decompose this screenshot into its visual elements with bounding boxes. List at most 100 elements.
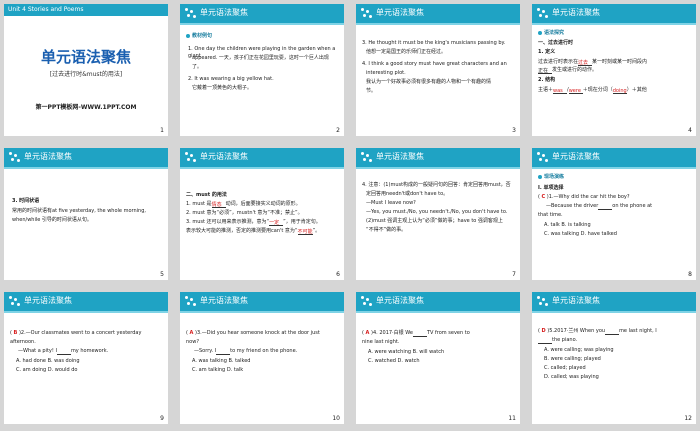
option-line[interactable]: D. called; was playing	[544, 374, 599, 381]
example-line: 他想一定是国王的乐师们正在经过。	[366, 49, 447, 55]
example-line: 2. It was wearing a big yellow hat.	[188, 76, 274, 82]
slide-10[interactable]: 单元语法聚焦 ( A )3.—Did you hear someone knoc…	[180, 292, 344, 424]
option-line[interactable]: A. were calling; was playing	[544, 347, 614, 354]
slide-2[interactable]: 单元语法聚焦 教材例句 1. One day the children were…	[180, 4, 344, 136]
blank-line	[216, 349, 231, 355]
unit-title: Unit 4 Stories and Poems	[8, 6, 84, 13]
answer-blank: doing	[612, 88, 627, 94]
example-line: appeared. 一天，孩子们正在花园里玩耍，这时一个巨人出现	[192, 55, 329, 61]
question-line: ( C )1.—Why did the car hit the boy?	[538, 194, 630, 200]
header-title: 单元语法聚焦	[552, 296, 600, 305]
option-line[interactable]: C. called; played	[544, 365, 586, 372]
slide-6[interactable]: 单元语法聚焦 二、must 的用法 1. must 是情态 动词，后面要接实义动词…	[180, 148, 344, 280]
question-line: ( A )4. 2017·白银 We TV from seven to	[362, 330, 470, 337]
section-heading: Ⅰ. 单项选择	[538, 185, 564, 191]
question-line: nine last night.	[362, 339, 400, 345]
header-title: 单元语法聚焦	[552, 8, 600, 17]
slide-number: 2	[336, 127, 340, 134]
content-line: —Yes, you must./No, you needn't./No, you…	[366, 209, 508, 215]
dots-icon	[185, 296, 197, 307]
dots-icon	[9, 152, 21, 163]
content-line: —Must I leave now?	[366, 200, 416, 206]
option-line[interactable]: B. were calling; played	[544, 356, 601, 363]
blank-line	[412, 331, 427, 337]
slide-number: 6	[336, 271, 340, 278]
slide-3[interactable]: 单元语法聚焦 3. He thought it must be the king…	[356, 4, 520, 136]
answer-blank: 一定	[269, 220, 284, 226]
slide-4[interactable]: 单元语法聚焦 语法探究 一、过去进行时 1. 定义 过去进行时表示在过去 某一时刻…	[532, 4, 696, 136]
slide-5[interactable]: 单元语法聚焦 3. 时间状语 常用的时间状语有at five yesterday…	[4, 148, 168, 280]
slide-9[interactable]: 单元语法聚焦 ( B )2.—Our classmates went to a …	[4, 292, 168, 424]
content-line: when/while 引导的时间状语从句。	[12, 217, 92, 223]
option-line[interactable]: C. watched D. watch	[368, 358, 420, 365]
question-line: —Because the driver on the phone at	[546, 203, 653, 210]
example-line: 节。	[366, 88, 377, 94]
slide-number: 8	[688, 271, 692, 278]
header-title: 单元语法聚焦	[24, 152, 72, 161]
answer-letter: C	[541, 194, 546, 200]
question-line: ( B )2.—Our classmates went to a concert…	[10, 330, 142, 336]
slide-number: 9	[160, 415, 164, 422]
content-line: 1. must 是情态 动词，后面要接实义动词的原形。	[186, 201, 301, 208]
slide-1[interactable]: Unit 4 Stories and Poems 单元语法聚焦 [过去进行时&m…	[4, 4, 168, 136]
header-title: 单元语法聚焦	[376, 296, 424, 305]
option-line[interactable]: A. talk B. is talking	[544, 222, 591, 229]
slide-number: 3	[512, 127, 516, 134]
slide-11[interactable]: 单元语法聚焦 ( A )4. 2017·白银 We TV from seven t…	[356, 292, 520, 424]
header-divider	[180, 167, 344, 169]
question-line: the piano.	[538, 337, 577, 344]
option-line[interactable]: C. am doing D. would do	[16, 367, 77, 374]
example-line: 它戴着一顶黄色的大帽子。	[192, 85, 253, 91]
question-line: —What a pity! Imy homework.	[18, 348, 109, 355]
dots-icon	[361, 8, 373, 19]
dots-icon	[361, 152, 373, 163]
answer-letter: D	[541, 328, 546, 334]
question-line: —Sorry. Ito my friend on the phone.	[194, 348, 298, 355]
header-title: 单元语法聚焦	[200, 8, 248, 17]
question-line: that time.	[538, 212, 563, 218]
slide-number: 10	[332, 415, 340, 422]
blank-line	[598, 204, 613, 210]
slide-subtitle: [过去进行时&must的用法]	[49, 71, 123, 78]
content-line: 2. must 意为“必须”，mustn't 意为“不准；禁止”。	[186, 210, 303, 216]
answer-letter: A	[189, 330, 194, 336]
slide-7[interactable]: 单元语法聚焦 4. 注意：(1)must构成的一般疑问句的回答：肯定回答用mus…	[356, 148, 520, 280]
slide-8[interactable]: 单元语法聚焦 现场演练 Ⅰ. 单项选择 ( C )1.—Why did the …	[532, 148, 696, 280]
option-line[interactable]: C. am talking D. talk	[192, 367, 243, 374]
header-title: 单元语法聚焦	[200, 296, 248, 305]
subheading: 2. 结构	[538, 77, 556, 83]
option-line[interactable]: A. was talking B. talked	[192, 358, 250, 365]
dots-icon	[9, 296, 21, 307]
header-divider	[4, 167, 168, 169]
header-title: 单元语法聚焦	[376, 8, 424, 17]
section-heading: 3. 时间状语	[12, 198, 40, 204]
content-line: 4. 注意：(1)must构成的一般疑问句的回答：肯定回答用must，否	[362, 182, 511, 188]
option-line[interactable]: C. was talking D. have talked	[544, 231, 617, 238]
slide-number: 12	[684, 415, 692, 422]
slide-number: 11	[508, 415, 516, 422]
section-heading: 一、过去进行时	[538, 40, 574, 46]
example-line: 我认为一个好故事必须有很多有趣的人物和一个有趣的情	[366, 79, 492, 85]
slide-number: 1	[160, 127, 164, 134]
dots-icon	[537, 296, 549, 307]
answer-blank: were	[568, 88, 583, 94]
option-line[interactable]: A. had done B. was doing	[16, 358, 80, 365]
content-line: 常用的时间状语有at five yesterday, the whole mor…	[12, 208, 146, 214]
header-divider	[356, 23, 520, 25]
dots-icon	[537, 8, 549, 19]
header-title: 单元语法聚焦	[200, 152, 248, 161]
header-divider	[356, 167, 520, 169]
option-line[interactable]: A. were watching B. will watch	[368, 349, 444, 356]
header-title: 单元语法聚焦	[552, 152, 600, 161]
slide-12[interactable]: 单元语法聚焦 ( D )5.2017·兰州 When you me last ni…	[532, 292, 696, 424]
dots-icon	[361, 296, 373, 307]
question-line: now?	[186, 339, 199, 345]
content-line: (2)must 强调主观上认为“必须”做的事；have to 强调客观上	[366, 218, 503, 224]
question-line: ( D )5.2017·兰州 When you me last night, I	[538, 328, 657, 335]
header-title: 单元语法聚焦	[24, 296, 72, 305]
header-divider	[180, 23, 344, 25]
example-line: 3. He thought it must be the king's musi…	[362, 40, 506, 46]
slide-number: 5	[160, 271, 164, 278]
example-line: 4. I think a good story must have great …	[362, 61, 507, 67]
blank-line	[56, 349, 71, 355]
